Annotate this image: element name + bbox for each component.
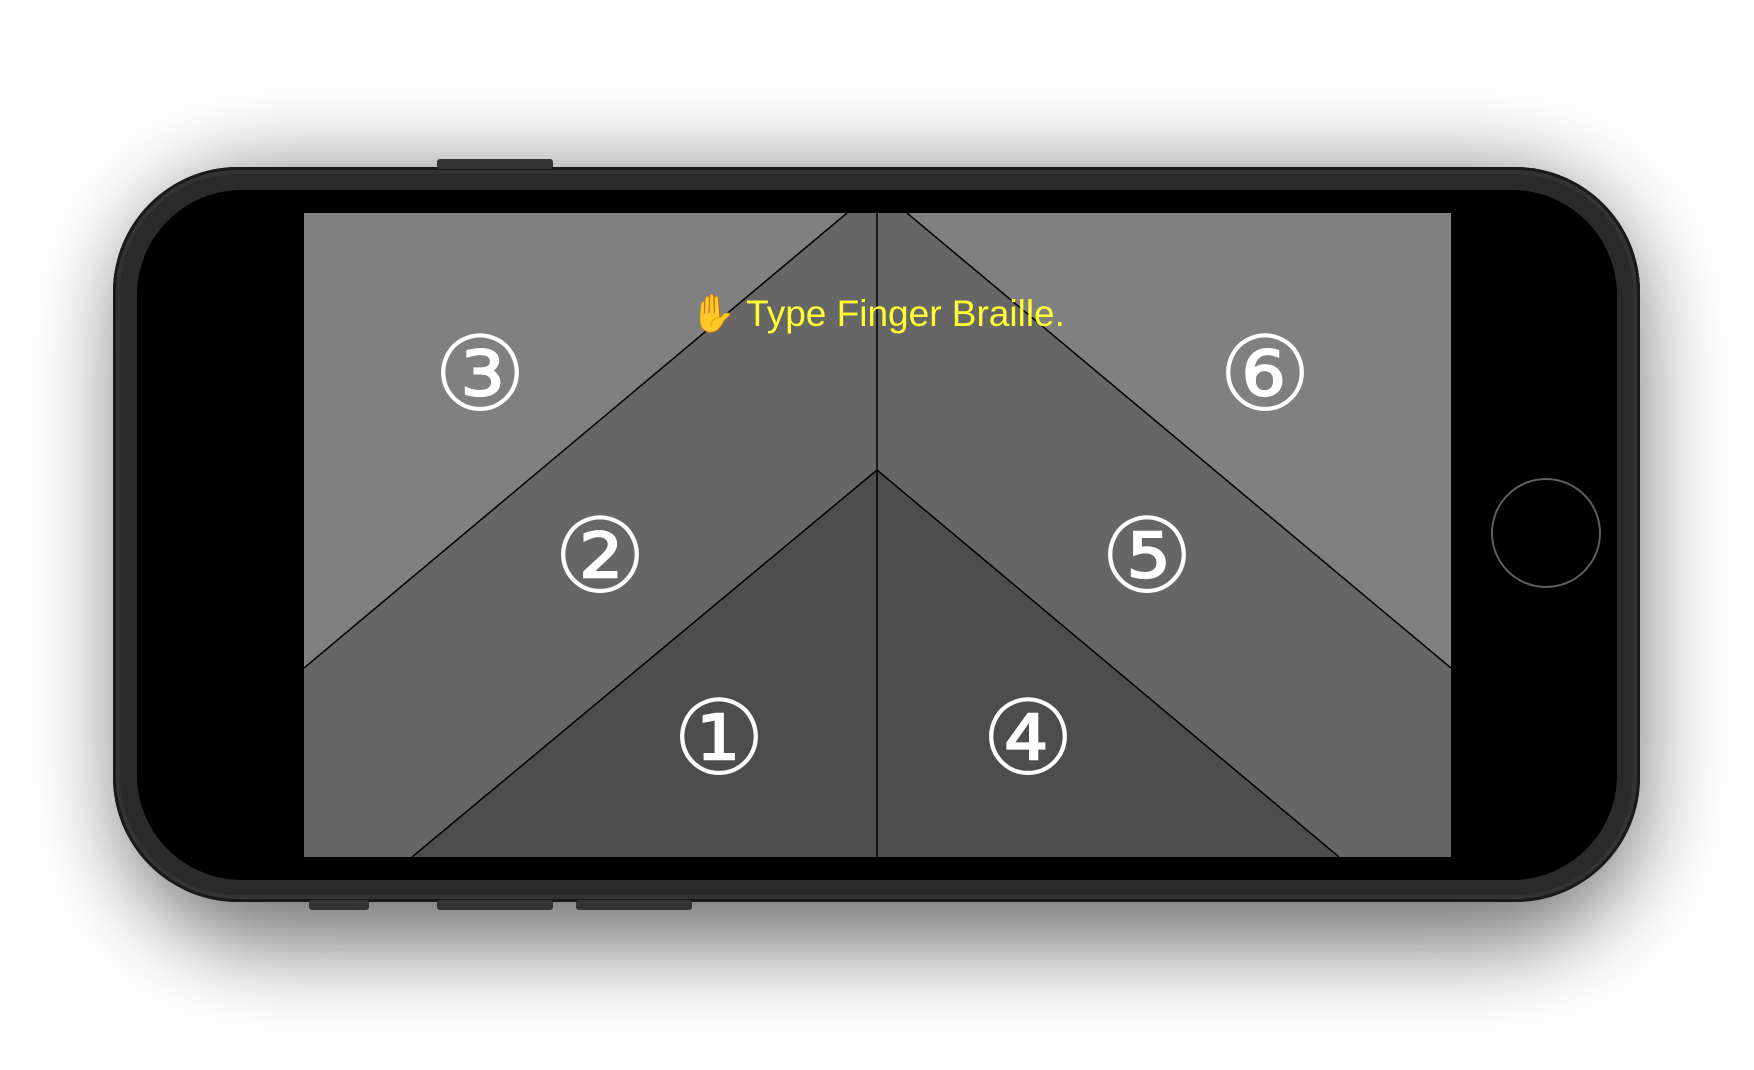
dot-6-button[interactable]: ⑥ [1205, 314, 1325, 434]
device-frame: ✋ Type Finger Braille. ③ ② ① ④ ⑤ ⑥ [0, 0, 1754, 1070]
mute-switch [309, 900, 369, 910]
dot-4-button[interactable]: ④ [968, 678, 1088, 798]
dot-3-button[interactable]: ③ [420, 314, 540, 434]
raised-hand-icon: ✋ [690, 293, 737, 334]
finger-braille-keyboard[interactable]: ✋ Type Finger Braille. ③ ② ① ④ ⑤ ⑥ [304, 213, 1451, 857]
instruction-text: Type Finger Braille. [746, 293, 1065, 334]
dot-5-button[interactable]: ⑤ [1087, 496, 1207, 616]
dot-2-button[interactable]: ② [540, 496, 660, 616]
power-button [437, 159, 553, 169]
volume-down-button [576, 900, 692, 910]
home-button[interactable] [1491, 478, 1601, 588]
volume-up-button [437, 900, 553, 910]
dot-1-button[interactable]: ① [659, 678, 779, 798]
